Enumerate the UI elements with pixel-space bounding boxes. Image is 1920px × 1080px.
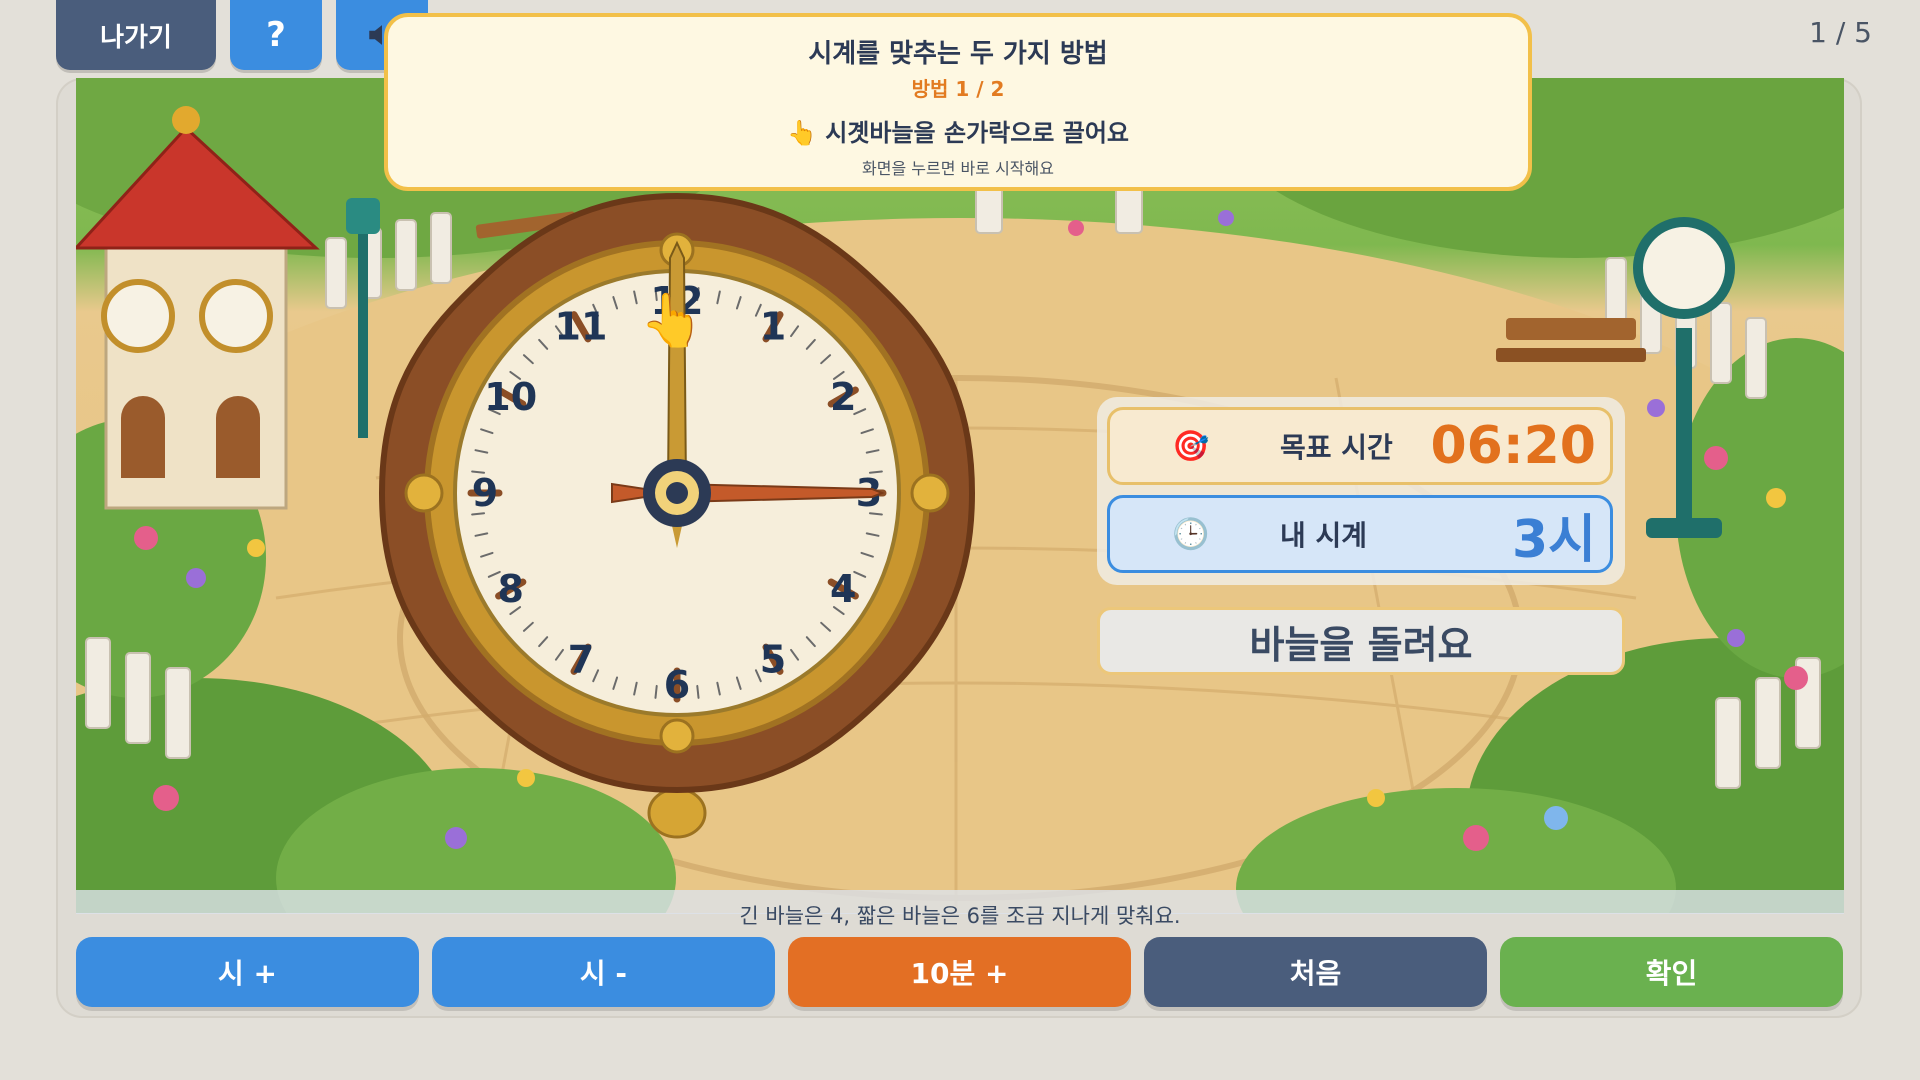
clock-icon: 🕒	[1172, 516, 1210, 552]
instruction-box: 바늘을 돌려요	[1097, 607, 1625, 675]
clock-number: 10	[484, 375, 537, 419]
my-clock-label: 내 시계	[1280, 519, 1368, 552]
hint-text: 긴 바늘은 4, 짧은 바늘은 6를 조금 지나게 맞춰요.	[739, 904, 1181, 928]
clock-number: 7	[568, 637, 594, 681]
confirm-button[interactable]: 확인	[1500, 937, 1843, 1007]
hour-minus-button[interactable]: 시 -	[432, 937, 775, 1007]
clock-number: 2	[830, 375, 856, 419]
target-time-label: 목표 시간	[1280, 431, 1393, 464]
tutorial-toast[interactable]: 시계를 맞추는 두 가지 방법 방법 1 / 2 👆 시곗바늘을 손가락으로 끌…	[384, 13, 1532, 191]
toast-instruction: 👆 시곗바늘을 손가락으로 끌어요	[388, 113, 1528, 148]
toast-instruction-text: 시곗바늘을 손가락으로 끌어요	[825, 119, 1129, 147]
exit-button[interactable]: 나가기	[56, 0, 216, 70]
toast-subtext: 화면을 누르면 바로 시작해요	[862, 159, 1054, 178]
target-icon: 🎯	[1172, 428, 1210, 464]
reset-button[interactable]: 처음	[1144, 937, 1487, 1007]
clock-number: 8	[497, 567, 523, 611]
my-clock-row: 🕒 내 시계 3시	[1107, 495, 1613, 573]
hour-plus-button[interactable]: 시 +	[76, 937, 419, 1007]
wall-clock[interactable]: 121234567891011 👆	[372, 188, 982, 848]
target-time-row: 🎯 목표 시간 06:20	[1107, 407, 1613, 485]
my-clock-value: 3시	[1511, 509, 1596, 570]
ten-minute-plus-button[interactable]: 10분 +	[788, 937, 1131, 1007]
pointing-finger-icon: 👆	[786, 119, 817, 147]
minute-hand[interactable]	[666, 240, 688, 495]
clock-number: 11	[555, 305, 608, 349]
minute-tick	[654, 684, 658, 699]
target-time-value: 06:20	[1430, 416, 1596, 476]
clock-number: 5	[760, 637, 786, 681]
clock-face-svg[interactable]: 121234567891011 👆	[372, 188, 982, 848]
help-button[interactable]: ?	[230, 0, 322, 70]
toast-title: 시계를 맞추는 두 가지 방법	[808, 39, 1108, 69]
minute-tick	[696, 684, 700, 699]
clock-number: 4	[830, 567, 856, 611]
time-panel: 🎯 목표 시간 06:20 🕒 내 시계 3시	[1097, 397, 1625, 585]
clock-number: 1	[760, 305, 786, 349]
clock-number: 6	[664, 663, 690, 707]
toast-step: 방법 1 / 2	[911, 77, 1005, 101]
pointing-hand-icon: 👆	[640, 290, 705, 351]
progress-counter: 1 / 5	[1809, 16, 1872, 49]
clock-number: 9	[472, 471, 498, 515]
